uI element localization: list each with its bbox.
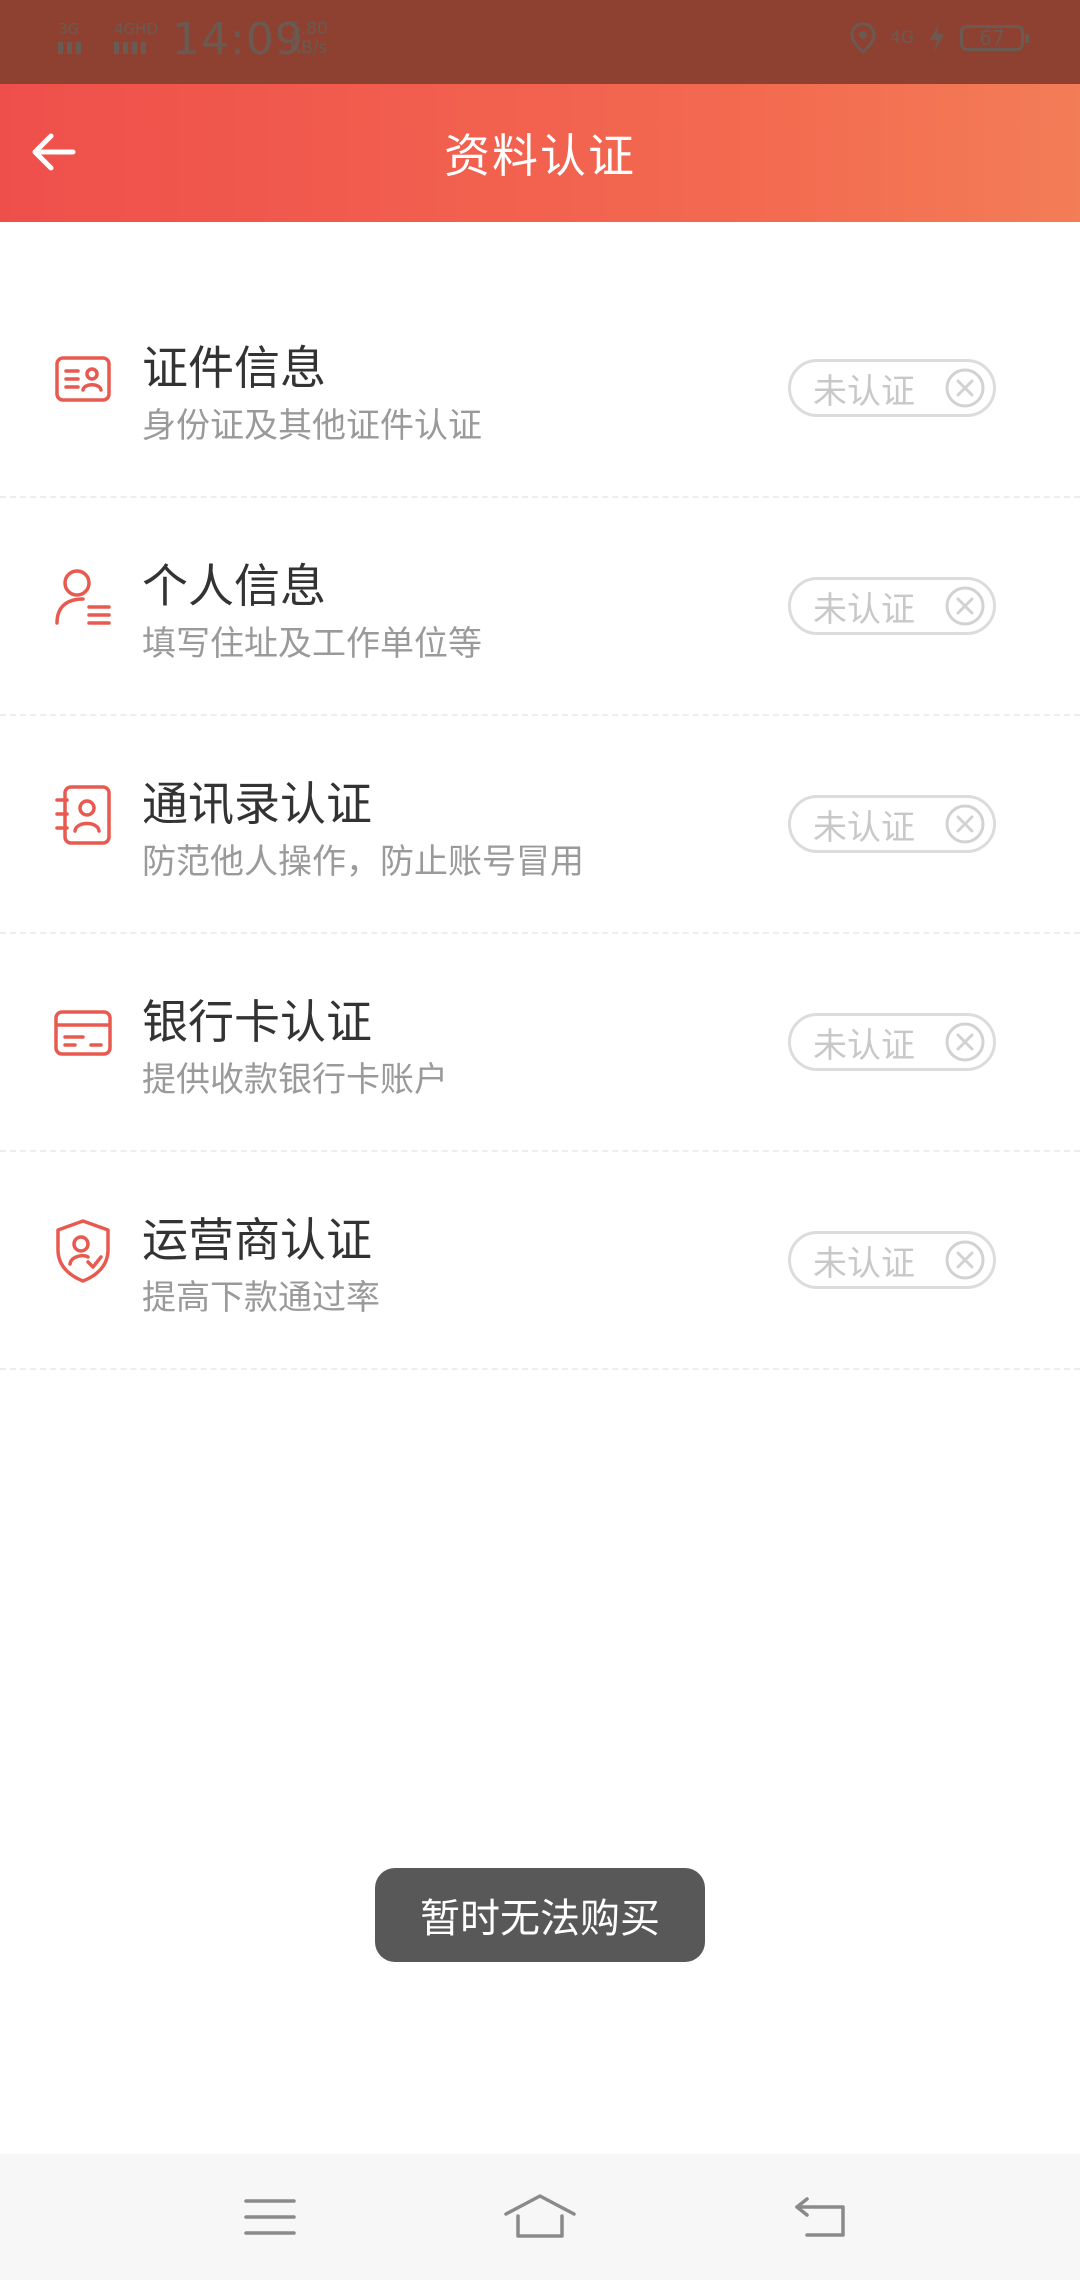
menu-button[interactable] (230, 2184, 310, 2250)
item-subtitle: 提供收款银行卡账户 (142, 1060, 448, 1100)
status-label: 未认证 (813, 589, 915, 630)
status-right-group: 4G 67 (850, 22, 1029, 54)
person-icon (48, 562, 118, 632)
location-icon (850, 22, 876, 54)
item-subtitle: 防范他人操作，防止账号冒用 (142, 842, 584, 882)
item-subtitle: 提高下款通过率 (142, 1278, 380, 1318)
close-circle-icon (945, 586, 985, 626)
app-header: 资料认证 (0, 84, 1080, 222)
close-circle-icon (945, 1240, 985, 1280)
signal-4g-icon: 4GHD (114, 20, 158, 54)
status-badge[interactable]: 未认证 (788, 577, 996, 635)
close-circle-icon (945, 368, 985, 408)
close-circle-icon (945, 1022, 985, 1062)
return-icon (795, 2197, 845, 2237)
status-badge[interactable]: 未认证 (788, 1013, 996, 1071)
item-subtitle: 身份证及其他证件认证 (142, 406, 482, 446)
home-icon (504, 2194, 576, 2238)
page-title: 资料认证 (444, 129, 636, 183)
id-card-icon (48, 344, 118, 414)
list-item-id-info[interactable]: 证件信息 身份证及其他证件认证 未认证 (0, 280, 1080, 498)
charging-icon (930, 24, 944, 52)
back-nav-button[interactable] (782, 2184, 862, 2250)
home-button[interactable] (500, 2184, 580, 2250)
menu-icon (244, 2199, 296, 2235)
status-badge[interactable]: 未认证 (788, 795, 996, 853)
status-label: 未认证 (813, 1243, 915, 1284)
status-time: 14:09 (172, 14, 304, 65)
battery-icon: 67 (960, 25, 1029, 51)
item-title: 通讯录认证 (142, 777, 372, 831)
contacts-icon (48, 780, 118, 850)
status-label: 未认证 (813, 1025, 915, 1066)
network-type-label: 4GHD (114, 20, 158, 38)
shield-icon (48, 1216, 118, 1286)
item-title: 证件信息 (142, 341, 326, 395)
list-item-personal-info[interactable]: 个人信息 填写住址及工作单位等 未认证 (0, 498, 1080, 716)
item-title: 个人信息 (142, 559, 326, 613)
status-bar: 3G 4GHD 14:09 5.80 KB/s 4G 67 (0, 0, 1080, 84)
system-nav-bar (0, 2154, 1080, 2280)
status-label: 未认证 (813, 807, 915, 848)
network-type-label: 3G (58, 20, 80, 38)
list-item-carrier[interactable]: 运营商认证 提高下款通过率 未认证 (0, 1152, 1080, 1370)
list-item-contacts[interactable]: 通讯录认证 防范他人操作，防止账号冒用 未认证 (0, 716, 1080, 934)
network-speed-unit: KB/s (290, 38, 328, 58)
verification-list: 证件信息 身份证及其他证件认证 未认证 个人信息 填写住址及工作单位等 未认证 (0, 280, 1080, 1370)
bank-card-icon (48, 998, 118, 1068)
item-subtitle: 填写住址及工作单位等 (142, 624, 482, 664)
status-badge[interactable]: 未认证 (788, 1231, 996, 1289)
close-circle-icon (945, 804, 985, 844)
status-badge[interactable]: 未认证 (788, 359, 996, 417)
toast-message: 暂时无法购买 (375, 1868, 705, 1962)
signal-3g-icon: 3G (58, 20, 81, 54)
toast-text: 暂时无法购买 (420, 1896, 660, 1942)
network-4g-label: 4G (890, 28, 914, 48)
status-label: 未认证 (813, 371, 915, 412)
network-speed: 5.80 KB/s (290, 20, 328, 58)
battery-level: 67 (979, 26, 1005, 50)
item-title: 银行卡认证 (142, 995, 372, 1049)
item-title: 运营商认证 (142, 1213, 372, 1267)
network-speed-value: 5.80 (290, 19, 328, 39)
list-item-bank-card[interactable]: 银行卡认证 提供收款银行卡账户 未认证 (0, 934, 1080, 1152)
